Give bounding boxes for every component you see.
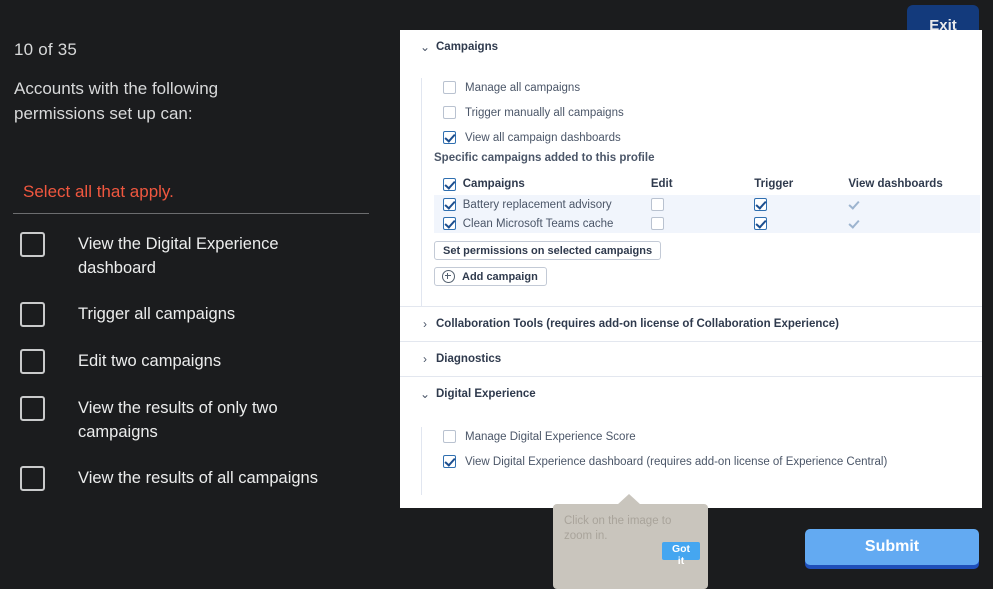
column-header-campaigns: Campaigns bbox=[462, 178, 525, 190]
perm-label-manage-all-campaigns: Manage all campaigns bbox=[465, 81, 581, 94]
perm-label-trigger-manually-all-campaigns: Trigger manually all campaigns bbox=[465, 106, 624, 119]
perm-label-manage-digital-experience-score: Manage Digital Experience Score bbox=[465, 430, 636, 443]
answer-option-4[interactable]: View the results of all campaigns bbox=[0, 466, 400, 491]
column-header-edit: Edit bbox=[650, 178, 673, 190]
check-icon-view-dashboards-0 bbox=[848, 198, 861, 211]
checkbox-row-select-0[interactable] bbox=[443, 198, 456, 211]
answer-label-0: View the Digital Experience dashboard bbox=[78, 235, 279, 277]
checkbox-edit-0[interactable] bbox=[650, 198, 664, 211]
answer-option-0[interactable]: View the Digital Experience dashboard bbox=[0, 232, 400, 280]
chevron-down-icon: ⌄ bbox=[419, 387, 431, 401]
chevron-right-icon: › bbox=[423, 317, 427, 331]
question-counter: 10 of 35 bbox=[14, 40, 78, 59]
section-digital-experience: ⌄ Digital Experience Manage Digital Expe… bbox=[400, 377, 982, 495]
checkbox-trigger-1[interactable] bbox=[754, 217, 768, 230]
section-header-diagnostics[interactable]: › Diagnostics bbox=[400, 342, 982, 376]
submit-button[interactable]: Submit bbox=[805, 529, 979, 565]
campaigns-table: Campaigns Edit Trigger View dashboards B… bbox=[434, 173, 980, 233]
add-campaign-button[interactable]: Add campaign bbox=[434, 267, 547, 286]
set-permissions-button[interactable]: Set permissions on selected campaigns bbox=[434, 241, 662, 260]
perm-trigger-manually-all-campaigns[interactable]: Trigger manually all campaigns bbox=[421, 103, 982, 122]
tooltip-text: Click on the image to zoom in. bbox=[564, 515, 672, 542]
chevron-right-icon: › bbox=[423, 352, 427, 366]
answer-option-1[interactable]: Trigger all campaigns bbox=[0, 302, 400, 327]
checkbox-select-all-campaigns[interactable] bbox=[443, 177, 456, 191]
column-header-trigger: Trigger bbox=[754, 178, 794, 190]
answer-checkbox-1[interactable] bbox=[20, 302, 45, 327]
question-pane: 10 of 35 Accounts with the following per… bbox=[0, 0, 400, 589]
section-title-campaigns: Campaigns bbox=[436, 41, 498, 53]
section-title-collaboration-tools: Collaboration Tools (requires add-on lic… bbox=[436, 318, 839, 330]
checkbox-manage-all-campaigns[interactable] bbox=[443, 81, 456, 94]
answer-option-3[interactable]: View the results of only two campaigns bbox=[0, 396, 400, 444]
answer-checkbox-0[interactable] bbox=[20, 232, 45, 257]
column-header-view-dashboards: View dashboards bbox=[848, 178, 943, 190]
perm-manage-digital-experience-score[interactable]: Manage Digital Experience Score bbox=[421, 427, 982, 446]
select-all-campaigns-cell[interactable] bbox=[434, 177, 463, 191]
section-title-digital-experience: Digital Experience bbox=[436, 388, 536, 400]
answer-checkbox-3[interactable] bbox=[20, 396, 45, 421]
answer-label-2: Edit two campaigns bbox=[78, 352, 222, 370]
campaign-name-1: Clean Microsoft Teams cache bbox=[462, 217, 614, 230]
section-body-campaigns: Manage all campaigns Trigger manually al… bbox=[400, 78, 982, 306]
section-campaigns: ⌄ Campaigns Manage all campaigns Trigger… bbox=[400, 30, 982, 307]
perm-label-view-all-campaign-dashboards: View all campaign dashboards bbox=[465, 131, 621, 144]
chevron-down-icon: ⌄ bbox=[419, 40, 431, 54]
table-row[interactable]: Battery replacement advisory bbox=[434, 195, 980, 214]
section-diagnostics: › Diagnostics bbox=[400, 342, 982, 377]
tooltip-got-it-button[interactable]: Got it bbox=[662, 542, 700, 567]
cell-view-dashboards-0 bbox=[848, 198, 980, 211]
section-title-diagnostics: Diagnostics bbox=[436, 353, 502, 365]
section-header-campaigns[interactable]: ⌄ Campaigns bbox=[400, 30, 982, 64]
select-all-instruction: Select all that apply. bbox=[23, 182, 174, 201]
cell-trigger-0[interactable] bbox=[754, 198, 848, 211]
checkbox-view-digital-experience-dashboard[interactable] bbox=[443, 455, 456, 468]
answer-checkbox-2[interactable] bbox=[20, 349, 45, 374]
section-body-digital-experience: Manage Digital Experience Score View Dig… bbox=[400, 427, 982, 495]
row-select-cell-0[interactable] bbox=[434, 198, 463, 211]
plus-circle-icon bbox=[442, 270, 455, 283]
permissions-panel[interactable]: ⌄ Campaigns Manage all campaigns Trigger… bbox=[400, 30, 982, 508]
answer-label-3: View the results of only two campaigns bbox=[78, 399, 278, 441]
section-header-collaboration-tools[interactable]: › Collaboration Tools (requires add-on l… bbox=[400, 307, 982, 341]
answer-checkbox-4[interactable] bbox=[20, 466, 45, 491]
checkbox-manage-digital-experience-score[interactable] bbox=[443, 430, 456, 443]
perm-label-view-digital-experience-dashboard: View Digital Experience dashboard (requi… bbox=[465, 455, 888, 468]
checkbox-trigger-0[interactable] bbox=[754, 198, 768, 211]
checkbox-view-all-campaign-dashboards[interactable] bbox=[443, 131, 456, 144]
section-header-digital-experience[interactable]: ⌄ Digital Experience bbox=[400, 377, 982, 411]
checkbox-edit-1[interactable] bbox=[650, 217, 664, 230]
check-icon-view-dashboards-1 bbox=[848, 217, 861, 230]
cell-view-dashboards-1 bbox=[848, 217, 980, 230]
row-select-cell-1[interactable] bbox=[434, 217, 463, 230]
perm-view-digital-experience-dashboard[interactable]: View Digital Experience dashboard (requi… bbox=[421, 452, 982, 471]
table-row[interactable]: Clean Microsoft Teams cache bbox=[434, 214, 980, 233]
zoom-tooltip: Click on the image to zoom in. Got it bbox=[553, 504, 708, 589]
question-stem: Accounts with the following permissions … bbox=[14, 79, 219, 123]
answer-label-4: View the results of all campaigns bbox=[78, 469, 318, 487]
cell-edit-0[interactable] bbox=[650, 198, 754, 211]
campaigns-table-header: Campaigns Edit Trigger View dashboards bbox=[434, 173, 980, 195]
checkbox-trigger-manually-all-campaigns[interactable] bbox=[443, 106, 456, 119]
cell-trigger-1[interactable] bbox=[754, 217, 848, 230]
specific-campaigns-note: Specific campaigns added to this profile bbox=[434, 152, 655, 164]
answer-option-2[interactable]: Edit two campaigns bbox=[0, 349, 400, 374]
add-campaign-label: Add campaign bbox=[462, 270, 538, 283]
section-collaboration-tools: › Collaboration Tools (requires add-on l… bbox=[400, 307, 982, 342]
answer-label-1: Trigger all campaigns bbox=[78, 305, 236, 323]
stem-divider bbox=[13, 213, 369, 214]
checkbox-row-select-1[interactable] bbox=[443, 217, 456, 230]
cell-edit-1[interactable] bbox=[650, 217, 754, 230]
perm-view-all-campaign-dashboards[interactable]: View all campaign dashboards bbox=[421, 128, 982, 147]
campaign-name-0: Battery replacement advisory bbox=[462, 198, 612, 211]
perm-manage-all-campaigns[interactable]: Manage all campaigns bbox=[421, 78, 982, 97]
